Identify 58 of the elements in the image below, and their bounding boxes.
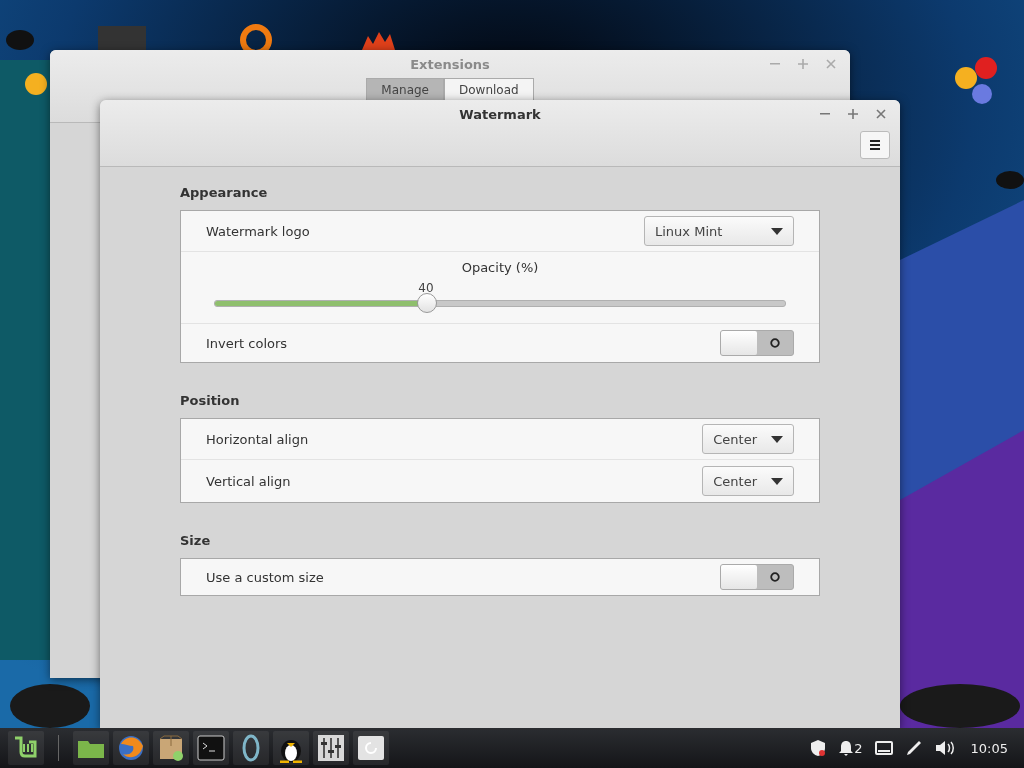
setting-label: Use a custom size	[206, 569, 324, 585]
close-icon	[876, 109, 886, 119]
volume-icon	[934, 740, 955, 756]
toggle-switch[interactable]	[720, 330, 794, 356]
tray-item[interactable]	[809, 739, 828, 757]
menu-button[interactable]	[860, 131, 890, 159]
caret-icon	[771, 435, 783, 443]
notifications-button[interactable]: 2	[839, 740, 863, 756]
tab[interactable]: Manage	[366, 78, 444, 102]
bell-icon	[839, 740, 854, 756]
setting-label: Invert colors	[206, 335, 288, 351]
section-title: Position	[180, 393, 241, 408]
terminal-icon	[197, 735, 225, 761]
caret-icon	[771, 477, 783, 485]
shield-icon	[809, 739, 828, 757]
pen-icon	[904, 739, 923, 757]
menu-icon	[870, 140, 880, 150]
setting-label: Watermark logo	[206, 223, 310, 239]
dropdown[interactable]: Center	[702, 424, 794, 454]
launcher[interactable]	[8, 731, 44, 765]
launcher[interactable]	[73, 731, 109, 765]
setting-label: Horizontal align	[206, 431, 309, 447]
minimize-icon	[770, 63, 780, 65]
slider-reading: 40	[418, 281, 434, 295]
package-icon	[157, 734, 185, 762]
window-title: Extensions	[410, 57, 490, 72]
setting-label: Vertical align	[206, 473, 291, 489]
toggle-switch[interactable]	[720, 564, 794, 590]
dropdown[interactable]: Center	[702, 466, 794, 496]
off-icon	[770, 572, 780, 582]
display-icon	[874, 740, 893, 756]
clock: 10:05	[970, 740, 1008, 756]
tab[interactable]: Download	[444, 78, 534, 102]
launcher[interactable]	[233, 731, 269, 765]
launcher[interactable]	[113, 731, 149, 765]
launcher[interactable]	[153, 731, 189, 765]
launcher[interactable]	[273, 731, 309, 765]
maximize-icon	[798, 59, 808, 69]
launcher[interactable]	[313, 731, 349, 765]
maximize-icon	[848, 109, 858, 119]
section-title: Appearance	[180, 185, 269, 200]
mixer-icon	[317, 734, 345, 762]
minimize-icon	[820, 113, 830, 115]
close-icon	[826, 59, 836, 69]
dropdown[interactable]: Linux Mint	[644, 216, 794, 246]
window-icon	[357, 735, 385, 761]
window-title: Watermark	[459, 107, 541, 122]
volume-button[interactable]	[934, 740, 955, 756]
globe-icon	[117, 734, 145, 762]
slider-label: Opacity (%)	[461, 260, 539, 275]
slider-thumb[interactable]	[416, 293, 437, 313]
leaf-logo-icon	[13, 736, 39, 760]
launcher[interactable]	[353, 731, 389, 765]
off-icon	[770, 338, 780, 348]
tray-item[interactable]	[904, 739, 923, 757]
section-title: Size	[180, 533, 212, 548]
caret-icon	[771, 227, 783, 235]
tray-item[interactable]	[874, 740, 893, 756]
